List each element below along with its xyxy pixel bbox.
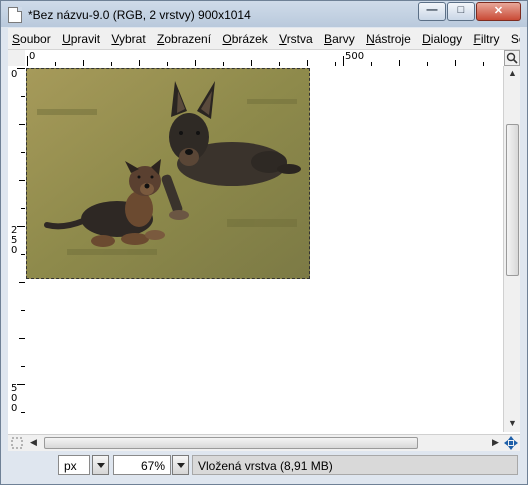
menu-dialogy[interactable]: Dialogy: [418, 28, 466, 46]
ruler-label-500: 500: [345, 51, 365, 62]
minimize-button[interactable]: —: [418, 2, 446, 21]
unit-select[interactable]: px: [58, 455, 90, 475]
menu-obrazek[interactable]: Obrázek: [218, 28, 271, 46]
scroll-left-icon[interactable]: ◀: [30, 437, 37, 448]
menu-nastroje[interactable]: Nástroje: [362, 28, 415, 46]
menu-upravit[interactable]: Upravit: [58, 28, 104, 46]
menu-vybrat[interactable]: Vybrat: [107, 28, 149, 46]
image-canvas[interactable]: [25, 66, 503, 432]
horizontal-scroll-thumb[interactable]: [44, 437, 418, 449]
menu-filtry[interactable]: Filtry: [470, 28, 504, 46]
image-window: *Bez názvu-9.0 (RGB, 2 vrstvy) 900x1014 …: [0, 0, 528, 485]
zoom-navigate-button[interactable]: [504, 50, 520, 66]
status-bar: px 67% Vložená vrstva (8,91 MB): [8, 452, 520, 478]
menu-script-fu[interactable]: Scr: [507, 28, 520, 46]
maximize-button[interactable]: □: [447, 2, 475, 21]
horizontal-scrollbar-row: ◀ ▶: [8, 434, 520, 451]
scroll-down-icon[interactable]: ▼: [508, 418, 517, 428]
dog-photo: [27, 69, 309, 278]
close-icon: ✕: [493, 5, 504, 17]
ruler-corner: [8, 50, 26, 67]
vertical-scrollbar[interactable]: ▲ ▼: [503, 66, 520, 432]
zoom-select[interactable]: 67%: [113, 455, 171, 475]
window-controls: — □ ✕: [417, 2, 521, 21]
vruler-label-500: 500: [11, 383, 18, 414]
canvas-area: 0 500 0 250 500 ▲ ▼: [8, 50, 520, 450]
navigate-icon[interactable]: [504, 436, 518, 450]
close-button[interactable]: ✕: [476, 2, 521, 21]
vertical-scroll-thumb[interactable]: [506, 124, 519, 276]
minimize-icon: —: [426, 4, 438, 16]
quick-mask-icon[interactable]: [10, 436, 24, 450]
scroll-up-icon[interactable]: ▲: [508, 68, 517, 78]
title-bar[interactable]: *Bez názvu-9.0 (RGB, 2 vrstvy) 900x1014 …: [1, 1, 527, 27]
zoom-dropdown-button[interactable]: [172, 455, 189, 475]
menu-vrstva[interactable]: Vrstva: [275, 28, 317, 46]
window-title: *Bez názvu-9.0 (RGB, 2 vrstvy) 900x1014: [28, 8, 251, 22]
image-layer[interactable]: [26, 68, 310, 279]
vertical-ruler[interactable]: 0 250 500: [8, 66, 26, 432]
horizontal-ruler-ticks: [27, 56, 484, 66]
menu-zobrazeni[interactable]: Zobrazení: [153, 28, 215, 46]
unit-dropdown-button[interactable]: [92, 455, 109, 475]
horizontal-ruler[interactable]: 0 500: [25, 50, 503, 67]
menu-soubor[interactable]: Soubor: [8, 28, 55, 46]
maximize-icon: □: [457, 4, 465, 16]
layer-status: Vložená vrstva (8,91 MB): [192, 455, 518, 475]
vruler-label-250: 250: [11, 225, 18, 256]
document-icon: [8, 7, 22, 23]
ruler-label-0: 0: [29, 51, 36, 62]
vruler-label-0: 0: [11, 69, 18, 80]
scroll-right-icon[interactable]: ▶: [492, 437, 499, 448]
menu-bar: Soubor Upravit Vybrat Zobrazení Obrázek …: [8, 28, 520, 50]
menu-barvy[interactable]: Barvy: [320, 28, 359, 46]
magnifier-icon: [506, 52, 518, 64]
